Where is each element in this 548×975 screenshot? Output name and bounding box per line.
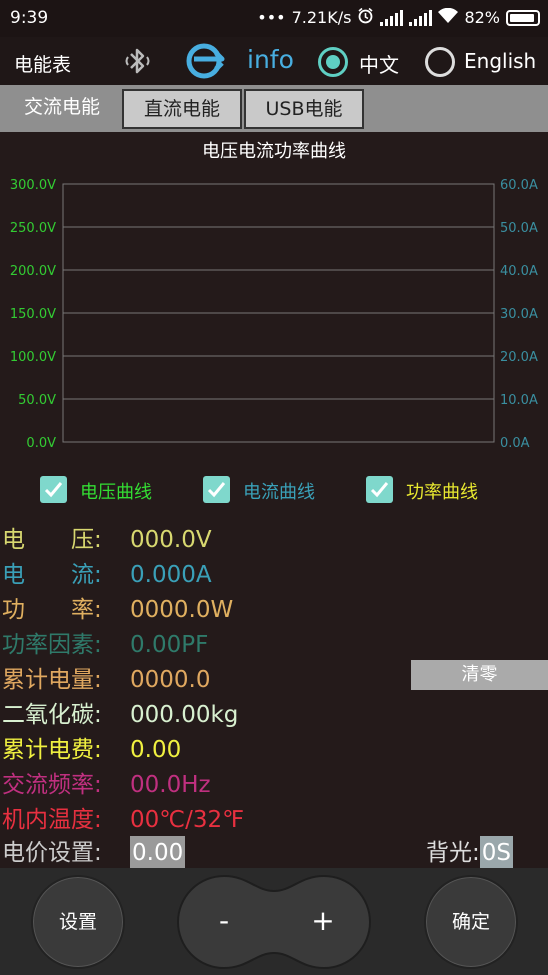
- tab-dc-energy[interactable]: 直流电能: [122, 89, 242, 129]
- lang-english-radio[interactable]: [425, 47, 455, 77]
- battery-percent: 82%: [464, 8, 500, 27]
- plus-button[interactable]: +: [303, 904, 343, 937]
- power-label: 功 率:: [2, 597, 102, 623]
- temperature-reading: 机内温度: 00℃/32℉: [2, 800, 244, 834]
- power-reading: 功 率: 0000.0W: [2, 590, 233, 624]
- settings-button[interactable]: 设置: [31, 875, 125, 969]
- voltage-reading: 电 压: 000.0V: [2, 520, 212, 554]
- tab-usb-energy[interactable]: USB电能: [244, 89, 364, 129]
- y-right-tick-label: 50.0A: [500, 221, 538, 236]
- voltage-label: 电 压:: [2, 527, 102, 553]
- check-icon[interactable]: [40, 476, 67, 503]
- lang-chinese-radio[interactable]: [318, 47, 348, 77]
- connect-icon[interactable]: [182, 41, 232, 81]
- status-time: 9:39: [10, 8, 49, 28]
- power-factor-reading: 功率因素: 0.00PF: [2, 625, 208, 659]
- signal-icon: [380, 9, 404, 26]
- price-setting: 电价设置: 0.00: [2, 833, 186, 870]
- adjust-group: - +: [176, 874, 372, 970]
- bottom-controls: 设置 - + 确定: [0, 868, 548, 975]
- cost-reading: 累计电费: 0.00: [2, 730, 181, 764]
- frequency-value: 00.0Hz: [130, 772, 211, 798]
- y-left-tick-label: 50.0V: [18, 393, 56, 408]
- voltage-value: 000.0V: [130, 527, 212, 553]
- temperature-label: 机内温度:: [2, 807, 102, 833]
- energy-reading: 累计电量: 0000.0: [2, 660, 210, 694]
- co2-label: 二氧化碳:: [2, 702, 102, 728]
- cost-label: 累计电费:: [2, 737, 102, 763]
- tab-bar: 交流电能 直流电能 USB电能: [0, 85, 548, 132]
- energy-value: 0000.0: [130, 667, 211, 693]
- y-right-tick-label: 30.0A: [500, 307, 538, 322]
- backlight-input[interactable]: 0S: [479, 836, 513, 870]
- tab-ac-energy[interactable]: 交流电能: [6, 89, 118, 129]
- current-value: 0.000A: [130, 562, 212, 588]
- y-left-tick-label: 250.0V: [10, 221, 56, 236]
- current-label: 电 流:: [2, 562, 102, 588]
- network-speed: 7.21K/s: [291, 8, 352, 27]
- cost-value: 0.00: [130, 737, 182, 763]
- wifi-icon: [438, 7, 459, 28]
- y-right-tick-label: 40.0A: [500, 264, 538, 279]
- temperature-value: 00℃/32℉: [130, 807, 245, 833]
- energy-label: 累计电量:: [2, 667, 102, 693]
- y-right-tick-label: 0.0A: [500, 436, 530, 451]
- y-right-tick-label: 20.0A: [500, 350, 538, 365]
- backlight-setting: 背光:0S: [426, 833, 513, 870]
- bluetooth-icon[interactable]: [120, 43, 156, 79]
- power-curve-label: 功率曲线: [406, 482, 478, 503]
- voltage-curve-label: 电压曲线: [80, 482, 152, 503]
- lang-english-label[interactable]: English: [464, 49, 536, 73]
- co2-value: 000.00kg: [130, 702, 239, 728]
- backlight-label: 背光:: [426, 840, 480, 866]
- current-curve-label: 电流曲线: [243, 482, 315, 503]
- power-factor-label: 功率因素:: [2, 632, 102, 658]
- alarm-icon: [357, 7, 374, 28]
- y-left-tick-label: 100.0V: [10, 350, 56, 365]
- minus-button[interactable]: -: [204, 904, 244, 937]
- status-bar: 9:39 ••• 7.21K/s 82%: [0, 0, 548, 37]
- check-icon[interactable]: [203, 476, 230, 503]
- check-icon[interactable]: [366, 476, 393, 503]
- power-value: 0000.0W: [130, 597, 234, 623]
- notification-dots: •••: [257, 8, 286, 27]
- battery-icon: [506, 9, 540, 26]
- co2-reading: 二氧化碳: 000.00kg: [2, 695, 238, 729]
- info-link[interactable]: info: [247, 45, 294, 74]
- signal-icon-2: [409, 9, 433, 26]
- y-left-tick-label: 200.0V: [10, 264, 56, 279]
- confirm-button[interactable]: 确定: [424, 875, 518, 969]
- frequency-reading: 交流频率: 00.0Hz: [2, 765, 211, 799]
- voltage-current-power-chart: 300.0V 60.0A 250.0V 50.0A 200.0V 40.0A 150.0V 3…: [10, 178, 538, 451]
- price-input[interactable]: 0.00: [130, 836, 186, 870]
- app-title: 电能表: [14, 54, 72, 76]
- power-factor-value: 0.00PF: [130, 632, 209, 658]
- clear-button[interactable]: 清零: [411, 660, 548, 690]
- y-left-tick-label: 0.0V: [26, 436, 56, 451]
- current-reading: 电 流: 0.000A: [2, 555, 212, 589]
- price-label: 电价设置:: [2, 840, 102, 866]
- y-right-tick-label: 10.0A: [500, 393, 538, 408]
- frequency-label: 交流频率:: [2, 772, 102, 798]
- y-left-tick-label: 300.0V: [10, 178, 56, 193]
- chart-title: 电压电流功率曲线: [202, 141, 346, 162]
- lang-chinese-label[interactable]: 中文: [359, 49, 399, 78]
- y-right-tick-label: 60.0A: [500, 178, 538, 193]
- y-left-tick-label: 150.0V: [10, 307, 56, 322]
- app-header: 电能表 info 中文 English: [0, 37, 548, 85]
